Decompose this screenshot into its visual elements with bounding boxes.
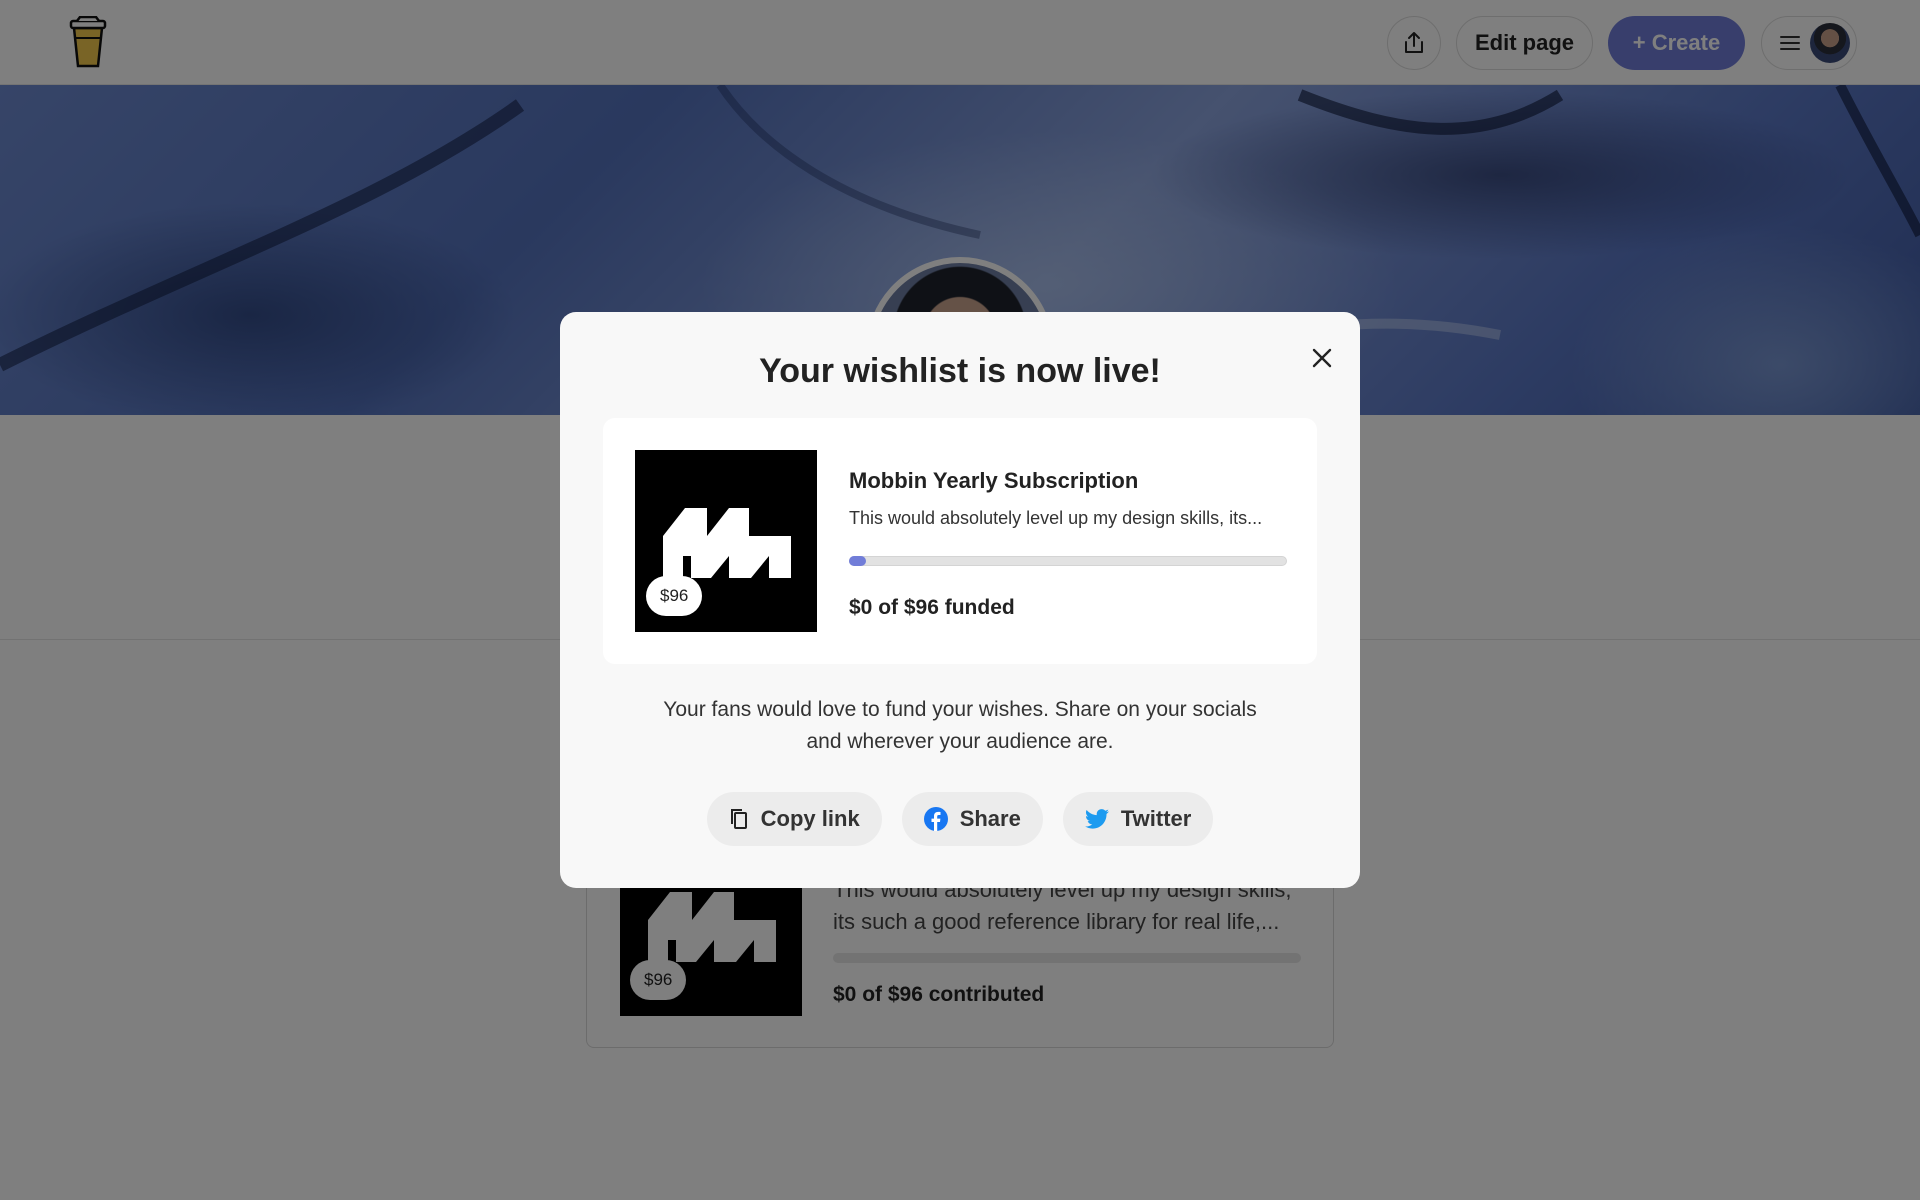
share-message: Your fans would love to fund your wishes… [663, 698, 1257, 753]
share-buttons: Copy link Share Twitter [560, 792, 1360, 846]
funding-progress-bar [849, 556, 1287, 566]
close-button[interactable] [1304, 340, 1340, 376]
copy-icon [730, 809, 747, 829]
facebook-icon [923, 807, 948, 831]
wishlist-item-card: $96 Mobbin Yearly Subscription This woul… [603, 418, 1317, 664]
copy-link-button[interactable]: Copy link [706, 792, 882, 846]
price-badge: $96 [646, 576, 703, 616]
copy-link-label: Copy link [760, 806, 860, 831]
twitter-icon [1084, 809, 1109, 829]
mobbin-logo-icon [663, 508, 791, 578]
funding-status: $0 of $96 funded [849, 596, 1015, 619]
facebook-share-button[interactable]: Share [901, 792, 1043, 846]
funding-progress-fill [849, 556, 867, 566]
close-icon [1312, 348, 1332, 368]
facebook-share-label: Share [959, 806, 1021, 831]
wishlist-item-thumbnail: $96 [635, 450, 817, 632]
wishlist-live-modal: Your wishlist is now live! $96 Mobbin Ye… [560, 312, 1360, 888]
modal-title: Your wishlist is now live! [759, 352, 1161, 390]
twitter-share-button[interactable]: Twitter [1062, 792, 1214, 846]
wishlist-item-title: Mobbin Yearly Subscription [849, 468, 1139, 493]
twitter-share-label: Twitter [1120, 806, 1192, 831]
wishlist-item-description: This would absolutely level up my design… [849, 508, 1263, 528]
